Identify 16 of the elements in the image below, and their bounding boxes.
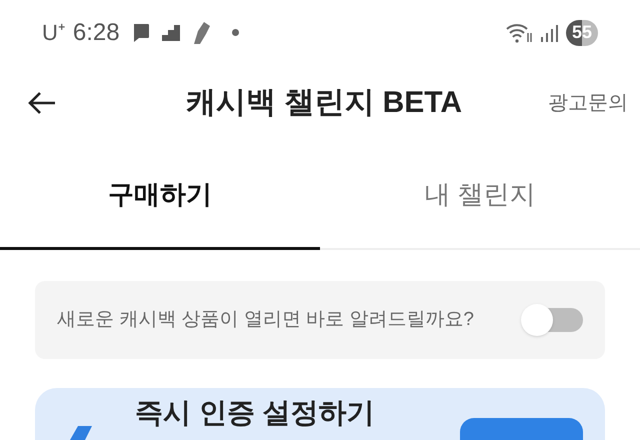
signal-icon [540, 24, 558, 42]
battery-indicator: 55 [566, 20, 598, 46]
wifi-icon [506, 22, 532, 42]
stairs-icon [162, 24, 180, 40]
promo-button[interactable] [460, 418, 583, 440]
lightning-icon [70, 426, 92, 440]
carrier: U⁺ [42, 19, 65, 47]
page-title: 캐시백 챌린지 BETA [186, 85, 462, 121]
tab[interactable]: 내 챌린지 [320, 142, 640, 250]
notify-text: 새로운 캐시백 상품이 열리면 바로 알려드릴까요? [57, 308, 475, 332]
tab[interactable]: 구매하기 [0, 142, 320, 250]
ad-inquiry-link[interactable]: 광고문의 [548, 88, 628, 118]
promo-title: 즉시 인증 설정하기 [135, 396, 376, 430]
chat-icon [132, 22, 150, 42]
notify-toggle[interactable] [521, 304, 583, 336]
clock: 6:28 [72, 18, 120, 48]
